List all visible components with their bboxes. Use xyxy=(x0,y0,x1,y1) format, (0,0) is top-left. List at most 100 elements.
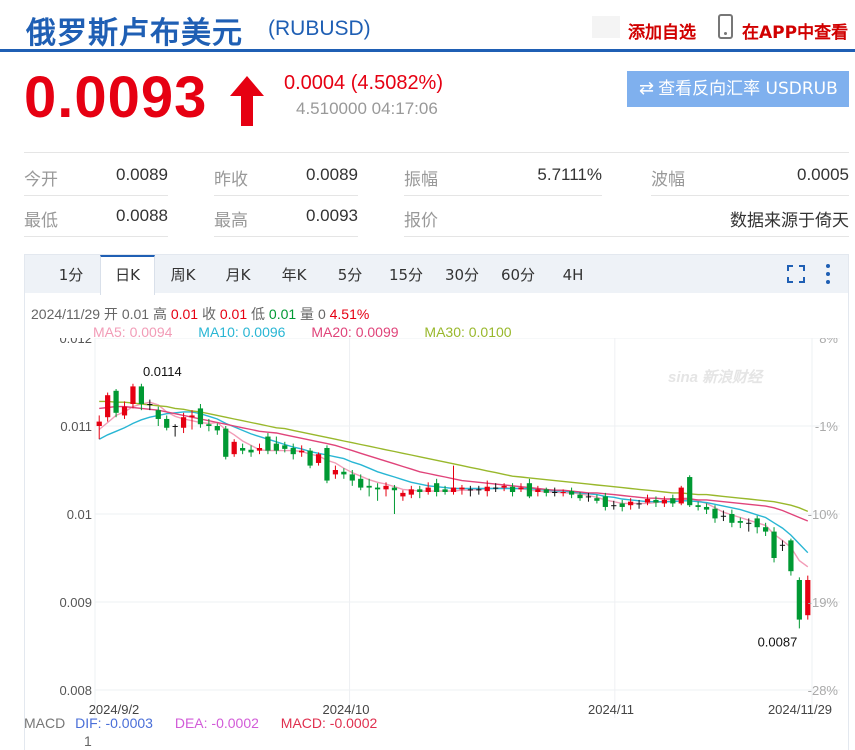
candle xyxy=(518,483,524,492)
macd-axis-value: 1 xyxy=(84,733,92,749)
candle xyxy=(450,465,457,495)
app-view-link[interactable]: 在APP中查看 xyxy=(742,18,848,43)
candle xyxy=(324,445,330,484)
x-tick-label: 2024/11 xyxy=(588,702,634,717)
candle-body xyxy=(779,544,786,546)
tab-15min[interactable]: 15分 xyxy=(381,255,431,293)
candle-body xyxy=(484,486,490,492)
arrow-up-icon xyxy=(230,76,264,126)
candle xyxy=(467,485,473,497)
candle-body xyxy=(434,483,440,492)
candle xyxy=(535,485,541,497)
stat-label-low: 最低 xyxy=(24,211,58,230)
candle-body xyxy=(299,450,305,453)
candle-body xyxy=(509,486,516,492)
ohlc-close: 0.01 xyxy=(219,306,248,322)
phone-icon[interactable] xyxy=(718,14,733,39)
candle-body xyxy=(644,499,651,503)
candle xyxy=(105,392,111,422)
candle-body xyxy=(611,505,617,507)
stat-value-prev-close: 0.0089 xyxy=(306,165,358,184)
candle xyxy=(552,487,558,497)
candle-body xyxy=(290,448,296,455)
candle xyxy=(223,426,229,460)
divider xyxy=(404,195,602,196)
ohlc-info: 2024/11/29 开 0.01 高 0.01 收 0.01 低 0.01 量… xyxy=(31,304,369,324)
candle xyxy=(391,484,398,514)
candle-body xyxy=(155,410,161,419)
candle-body xyxy=(661,499,667,504)
candle xyxy=(273,436,279,455)
candle xyxy=(121,401,128,419)
ohlc-change-pct: 4.51% xyxy=(329,306,370,322)
candle-body xyxy=(332,470,339,475)
tab-weekly[interactable]: 周K xyxy=(158,255,208,293)
tab-30min[interactable]: 30分 xyxy=(437,255,487,293)
pct-tick-label: -28% xyxy=(808,683,839,698)
candle-body xyxy=(130,386,136,404)
reverse-rate-button[interactable]: ⇄ 查看反向汇率 USDRUB xyxy=(627,71,849,107)
candle-body xyxy=(96,421,102,426)
divider xyxy=(404,236,849,237)
tab-5min[interactable]: 5分 xyxy=(327,255,373,293)
candle xyxy=(594,494,600,504)
candle-body xyxy=(417,489,423,492)
candle-body xyxy=(105,395,111,418)
divider xyxy=(214,195,358,196)
candle xyxy=(712,505,718,523)
more-icon[interactable] xyxy=(825,263,831,285)
candle xyxy=(687,475,693,507)
min-price-label: 0.0087 xyxy=(758,634,798,649)
candle xyxy=(788,538,794,576)
tab-yearly[interactable]: 年K xyxy=(269,255,319,293)
tab-daily[interactable]: 日K xyxy=(100,255,155,295)
divider xyxy=(651,195,849,196)
candle-body xyxy=(543,489,549,493)
stats-table: 今开 0.0089 昨收 0.0089 振幅 5.7111% 波幅 0.0005… xyxy=(24,152,849,237)
candle xyxy=(113,389,119,418)
candlestick-chart[interactable]: sina 新浪财经 0.012 0.011 0.01 0.009 0.008 8% -1% -… xyxy=(0,338,855,718)
candle-body xyxy=(189,415,195,418)
stat-value-amplitude: 5.7111% xyxy=(537,165,602,184)
candle-body xyxy=(366,485,372,488)
candle-body xyxy=(518,487,524,490)
tab-1min[interactable]: 1分 xyxy=(45,255,97,293)
candle-body xyxy=(113,390,119,413)
candle xyxy=(240,443,246,455)
macd-value: MACD: -0.0002 xyxy=(280,715,378,731)
candle xyxy=(737,517,743,529)
tab-4h[interactable]: 4H xyxy=(552,255,594,293)
candle-body xyxy=(256,448,263,451)
candles xyxy=(96,383,811,629)
candle-body xyxy=(687,477,693,506)
candle-body xyxy=(585,496,592,498)
tab-60min[interactable]: 60分 xyxy=(493,255,543,293)
candle xyxy=(434,478,440,497)
fullscreen-icon[interactable] xyxy=(787,265,805,283)
candle-body xyxy=(796,580,802,620)
candle-body xyxy=(619,503,625,507)
add-favorite-button[interactable]: 添加自选 xyxy=(628,18,696,43)
tab-monthly[interactable]: 月K xyxy=(213,255,263,293)
candle xyxy=(729,509,735,528)
ohlc-high: 0.01 xyxy=(170,306,199,322)
divider xyxy=(214,236,358,237)
candle xyxy=(476,485,482,495)
candle-body xyxy=(180,417,187,428)
candle xyxy=(214,423,220,435)
y-tick-label: 0.011 xyxy=(60,419,92,434)
candle-body xyxy=(240,448,246,451)
candle xyxy=(670,494,676,507)
stat-label-prev-close: 昨收 xyxy=(214,170,248,189)
candle-body xyxy=(214,426,220,431)
stat-label-range: 波幅 xyxy=(651,170,685,189)
candle xyxy=(138,383,145,411)
candle-body xyxy=(568,491,575,495)
candle-body xyxy=(147,404,153,405)
candle xyxy=(332,465,339,479)
candle-body xyxy=(771,531,777,558)
candle xyxy=(526,478,533,499)
pct-tick-label: -1% xyxy=(815,419,839,434)
candle xyxy=(568,487,575,499)
candle-body xyxy=(121,406,128,416)
